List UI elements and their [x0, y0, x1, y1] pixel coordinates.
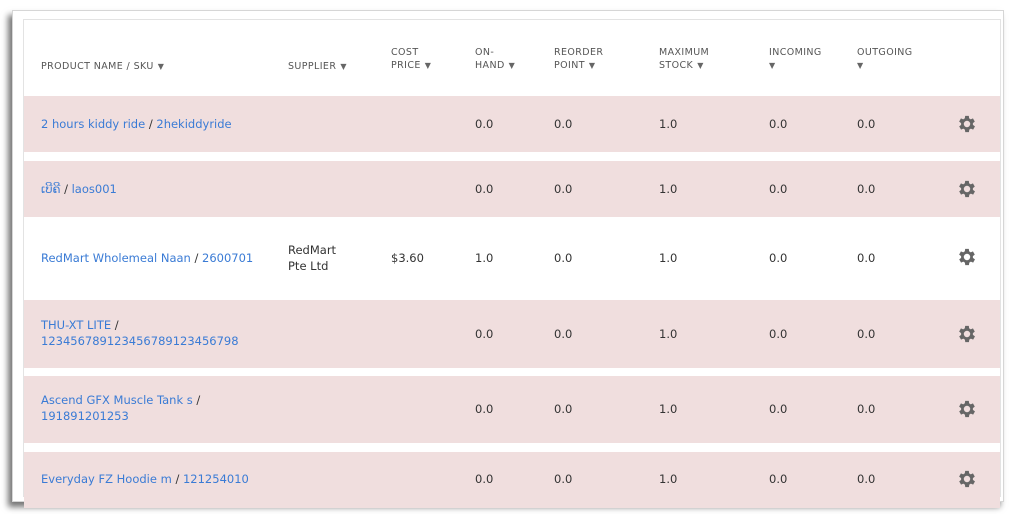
column-header-reorder[interactable]: REORDER POINT ▼	[554, 46, 603, 72]
column-header-onhand-line2: HAND	[475, 60, 505, 71]
gear-icon[interactable]	[956, 178, 978, 200]
column-header-max-line2: STOCK	[659, 60, 694, 71]
max-stock-value: 1.0	[659, 182, 678, 196]
sort-caret-icon: ▼	[857, 61, 864, 70]
supplier-value: RedMart Pte Ltd	[288, 243, 337, 273]
column-header-supplier[interactable]: SUPPLIER ▼	[288, 60, 347, 73]
max-stock-value: 1.0	[659, 117, 678, 131]
column-header-cost-line1: COST	[391, 47, 419, 58]
outgoing-value: 0.0	[857, 472, 876, 486]
gear-icon[interactable]	[956, 246, 978, 268]
product-sku-link[interactable]: 191891201253	[41, 409, 129, 423]
product-sku-link[interactable]: laos001	[72, 182, 117, 196]
incoming-value: 0.0	[769, 472, 788, 486]
sort-caret-icon: ▼	[588, 61, 596, 70]
column-header-supplier-label: SUPPLIER	[288, 61, 337, 72]
outgoing-value: 0.0	[857, 117, 876, 131]
table-row[interactable]: Ascend GFX Muscle Tank s / 191891201253 …	[24, 376, 1000, 443]
product-cell: 2 hours kiddy ride / 2hekiddyride	[41, 117, 232, 131]
table-row[interactable]: ເບີຄີ / laos001 0.0 0.0 1.0 0.0 0.0	[24, 161, 1000, 217]
sort-caret-icon: ▼	[508, 61, 516, 70]
inventory-panel: PRODUCT NAME / SKU ▼ SUPPLIER ▼ COST PRICE…	[12, 10, 1004, 508]
column-header-reorder-line2: POINT	[554, 60, 585, 71]
reorder-value: 0.0	[554, 327, 573, 341]
incoming-value: 0.0	[769, 251, 788, 265]
outgoing-value: 0.0	[857, 182, 876, 196]
product-cell: Everyday FZ Hoodie m / 121254010	[41, 472, 249, 486]
outgoing-value: 0.0	[857, 402, 876, 416]
outgoing-value: 0.0	[857, 251, 876, 265]
column-header-product-label: PRODUCT NAME / SKU	[41, 61, 154, 72]
incoming-value: 0.0	[769, 327, 788, 341]
reorder-value: 0.0	[554, 182, 573, 196]
max-stock-value: 1.0	[659, 327, 678, 341]
product-sku-link[interactable]: 1234567891234567891234567​98	[41, 334, 239, 348]
column-header-incoming[interactable]: INCOMING ▼	[769, 46, 822, 72]
onhand-value: 0.0	[475, 402, 494, 416]
reorder-value: 0.0	[554, 117, 573, 131]
table-row[interactable]: 2 hours kiddy ride / 2hekiddyride 0.0 0.…	[24, 96, 1000, 152]
sort-caret-icon: ▼	[697, 61, 704, 70]
sort-caret-icon: ▼	[340, 62, 347, 71]
product-name-link[interactable]: 2 hours kiddy ride	[41, 117, 145, 131]
max-stock-value: 1.0	[659, 251, 678, 265]
product-sku-link[interactable]: 2hekiddyride	[156, 117, 231, 131]
product-cell: THU-XT LITE / 1234567891234567891234567​…	[41, 318, 239, 348]
column-header-outgoing-line1: OUTGOING	[857, 47, 913, 58]
max-stock-value: 1.0	[659, 402, 678, 416]
gear-icon[interactable]	[956, 113, 978, 135]
outgoing-value: 0.0	[857, 327, 876, 341]
gear-icon[interactable]	[956, 323, 978, 345]
table-row[interactable]: RedMart Wholemeal Naan / 2600701 RedMart…	[24, 218, 1000, 293]
product-sku-link[interactable]: 2600701	[202, 251, 253, 265]
onhand-value: 0.0	[475, 117, 494, 131]
product-name-link[interactable]: Ascend GFX Muscle Tank s	[41, 393, 193, 407]
column-header-reorder-line1: REORDER	[554, 47, 604, 58]
onhand-value: 0.0	[475, 472, 494, 486]
onhand-value: 1.0	[475, 251, 494, 265]
product-name-link[interactable]: Everyday FZ Hoodie m	[41, 472, 172, 486]
column-header-product[interactable]: PRODUCT NAME / SKU ▼	[41, 60, 164, 73]
product-cell: Ascend GFX Muscle Tank s / 191891201253	[41, 393, 201, 423]
incoming-value: 0.0	[769, 402, 788, 416]
column-header-onhand[interactable]: ON- HAND ▼	[475, 46, 515, 72]
table-row[interactable]: THU-XT LITE / 1234567891234567891234567​…	[24, 300, 1000, 368]
table-header: PRODUCT NAME / SKU ▼ SUPPLIER ▼ COST PRICE…	[24, 20, 1000, 96]
gear-icon[interactable]	[956, 468, 978, 490]
table-row[interactable]: Everyday FZ Hoodie m / 121254010 0.0 0.0…	[24, 452, 1000, 508]
column-header-cost[interactable]: COST PRICE ▼	[391, 46, 431, 72]
sort-caret-icon: ▼	[424, 61, 432, 70]
product-name-link[interactable]: ເບີຄີ	[41, 182, 60, 196]
column-header-onhand-line1: ON-	[475, 47, 495, 58]
onhand-value: 0.0	[475, 182, 494, 196]
max-stock-value: 1.0	[659, 472, 678, 486]
reorder-value: 0.0	[554, 402, 573, 416]
onhand-value: 0.0	[475, 327, 494, 341]
inventory-table: PRODUCT NAME / SKU ▼ SUPPLIER ▼ COST PRICE…	[23, 19, 1001, 508]
reorder-value: 0.0	[554, 251, 573, 265]
gear-icon[interactable]	[956, 398, 978, 420]
column-header-max-line1: MAXIMUM	[659, 47, 710, 58]
sort-caret-icon: ▼	[157, 62, 165, 71]
product-name-link[interactable]: THU-XT LITE	[41, 318, 111, 332]
product-cell: ເບີຄີ / laos001	[41, 182, 117, 196]
column-header-cost-line2: PRICE	[391, 60, 421, 71]
product-cell: RedMart Wholemeal Naan / 2600701	[41, 251, 254, 265]
incoming-value: 0.0	[769, 117, 788, 131]
cost-value: $3.60	[391, 251, 424, 265]
product-sku-link[interactable]: 121254010	[183, 472, 249, 486]
column-header-outgoing[interactable]: OUTGOING ▼	[857, 46, 913, 72]
reorder-value: 0.0	[554, 472, 573, 486]
product-name-link[interactable]: RedMart Wholemeal Naan	[41, 251, 191, 265]
column-header-incoming-line1: INCOMING	[769, 47, 822, 58]
sort-caret-icon: ▼	[769, 61, 776, 70]
incoming-value: 0.0	[769, 182, 788, 196]
column-header-max[interactable]: MAXIMUM STOCK ▼	[659, 46, 709, 72]
